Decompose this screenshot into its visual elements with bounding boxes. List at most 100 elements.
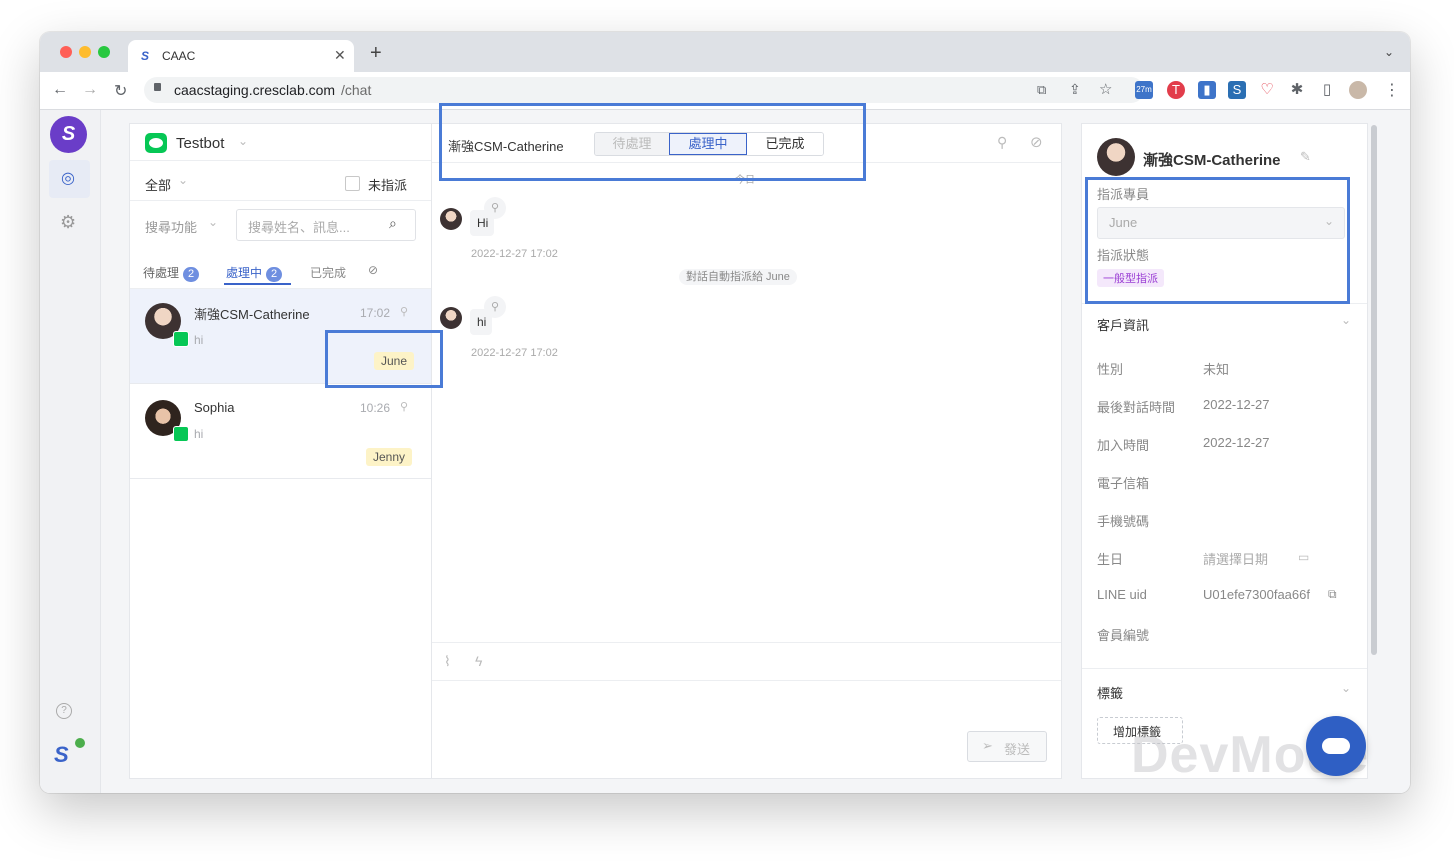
help-icon[interactable]: ?: [56, 703, 72, 719]
conversation-preview: hi: [194, 427, 204, 441]
search-scope-dropdown[interactable]: 搜尋功能: [145, 217, 197, 236]
customer-field-value[interactable]: 2022-12-27: [1203, 397, 1270, 412]
channel-name[interactable]: Testbot: [176, 135, 224, 152]
lock-icon: [154, 83, 161, 91]
avatar: [1097, 138, 1135, 176]
url-host: caacstaging.cresclab.com: [174, 82, 336, 98]
message-timestamp: 2022-12-27 17:02: [471, 248, 558, 260]
conversation-item[interactable]: Sophia 10:26 ⚲ hi Jenny: [130, 384, 431, 479]
extension-timer-icon[interactable]: 27m: [1135, 81, 1153, 99]
pin-icon[interactable]: ⚲: [400, 305, 408, 318]
tab-pending[interactable]: 待處理 2: [143, 264, 200, 282]
copy-icon[interactable]: ⧉: [1328, 587, 1337, 602]
chat-panel: 漸強CSM-Catherine 待處理 處理中 已完成 ⚲ ⊘ 今日 Hi ⚲ …: [431, 123, 1062, 779]
maximize-window-button[interactable]: [98, 46, 110, 58]
attach-icon[interactable]: ⌇: [444, 653, 451, 670]
customer-field-value[interactable]: 2022-12-27: [1203, 435, 1270, 450]
tab-strip: S CAAC ✕ + ⌄: [40, 32, 1410, 72]
active-tab-underline: [224, 283, 291, 285]
address-bar[interactable]: caacstaging.cresclab.com /chat ⧉ ⇪ ☆: [144, 77, 1144, 103]
profile-avatar[interactable]: [1349, 81, 1367, 99]
tab-in-progress[interactable]: 處理中 2: [226, 264, 283, 282]
conversation-time: 17:02: [360, 306, 391, 320]
filter-chevron-down-icon[interactable]: ⌄: [178, 173, 188, 187]
customer-field-label: 會員編號: [1097, 628, 1150, 643]
conversation-name: Sophia: [194, 400, 235, 415]
assignee-tag: Jenny: [366, 448, 413, 466]
collapse-chevron-icon[interactable]: ⌄: [1341, 313, 1351, 327]
divider: [130, 160, 431, 161]
minimize-window-button[interactable]: [79, 46, 91, 58]
search-input[interactable]: 搜尋姓名、訊息... ⌕: [236, 209, 416, 241]
search-icon[interactable]: ⌕: [389, 215, 397, 232]
message-text: hi: [477, 315, 487, 329]
customer-field-label: 加入時間: [1097, 438, 1150, 453]
extension-s-icon[interactable]: S: [1228, 81, 1246, 99]
customer-field-value[interactable]: U01efe7300faa66f: [1203, 587, 1310, 602]
customer-field-value[interactable]: 請選擇日期: [1203, 549, 1268, 568]
divider: [432, 642, 1061, 643]
tab-completed[interactable]: 已完成: [310, 264, 346, 281]
browser-menu-icon[interactable]: ⋮: [1384, 80, 1400, 100]
edit-pencil-icon[interactable]: ✎: [1300, 149, 1311, 165]
close-window-button[interactable]: [60, 46, 72, 58]
favicon-icon: S: [141, 49, 150, 63]
url-path: /chat: [341, 82, 372, 98]
customer-field-value[interactable]: 未知: [1203, 359, 1229, 378]
reload-icon[interactable]: ↻: [114, 81, 127, 101]
extensions-puzzle-icon[interactable]: ✱: [1288, 81, 1306, 99]
avatar: [440, 208, 462, 230]
message-pin-icon[interactable]: ⚲: [484, 197, 506, 219]
browser-tab[interactable]: S CAAC ✕: [128, 40, 354, 72]
tags-chevron-icon[interactable]: ⌄: [1341, 681, 1351, 695]
divider: [130, 200, 431, 201]
profile-scrollbar[interactable]: [1371, 125, 1377, 655]
back-icon[interactable]: ←: [52, 81, 68, 99]
unassigned-label: 未指派: [368, 178, 408, 193]
pin-icon[interactable]: ⚲: [997, 134, 1007, 151]
settings-gear-icon[interactable]: ⚙: [60, 212, 76, 233]
block-icon[interactable]: ⊘: [1030, 133, 1043, 151]
line-badge-icon: [173, 331, 189, 347]
forward-icon[interactable]: →: [82, 81, 98, 99]
tab-pending-count: 2: [183, 267, 200, 282]
side-panel-icon[interactable]: ▯: [1318, 81, 1336, 99]
customer-field-label: 最後對話時間: [1097, 400, 1176, 415]
quick-reply-bolt-icon[interactable]: ϟ: [475, 653, 482, 669]
send-label: 發送: [1004, 742, 1031, 757]
close-tab-icon[interactable]: ✕: [334, 47, 346, 64]
search-placeholder: 搜尋姓名、訊息...: [248, 220, 350, 235]
customer-info-title[interactable]: 客戶資訊: [1097, 315, 1149, 334]
nav-chat[interactable]: ◎: [49, 160, 90, 198]
extension-tag-icon[interactable]: ▮: [1198, 81, 1216, 99]
message-timestamp: 2022-12-27 17:02: [471, 347, 558, 359]
translate-icon[interactable]: ⧉: [1037, 82, 1046, 98]
unassigned-checkbox[interactable]: [345, 176, 360, 191]
support-chat-button[interactable]: [1306, 716, 1366, 776]
highlight-box-status: [439, 103, 866, 181]
calendar-icon[interactable]: ▭: [1298, 550, 1309, 564]
filter-all-dropdown[interactable]: 全部: [145, 175, 171, 194]
message-input[interactable]: [440, 686, 954, 760]
tab-search-chevron-icon[interactable]: ⌄: [1384, 45, 1394, 59]
brand-logo-icon[interactable]: S: [50, 116, 87, 153]
avatar: [440, 307, 462, 329]
pocket-icon[interactable]: ♡: [1258, 81, 1276, 99]
blocked-icon[interactable]: ⊘: [368, 263, 378, 277]
message-pin-icon[interactable]: ⚲: [484, 296, 506, 318]
extension-red-icon[interactable]: T: [1167, 81, 1185, 99]
tags-title[interactable]: 標籤: [1097, 683, 1123, 702]
tab-in-progress-label: 處理中: [226, 266, 263, 280]
pin-icon[interactable]: ⚲: [400, 400, 408, 413]
highlight-box-assignment: [1085, 177, 1350, 304]
divider: [1082, 668, 1367, 669]
chat-bubble-icon: ◎: [61, 170, 75, 187]
send-button[interactable]: ➢ 發送: [967, 731, 1047, 762]
send-icon: ➢: [982, 738, 993, 753]
channel-chevron-down-icon[interactable]: ⌄: [238, 134, 248, 148]
search-scope-chevron-icon[interactable]: ⌄: [208, 215, 218, 229]
share-icon[interactable]: ⇪: [1069, 81, 1081, 98]
bookmark-star-icon[interactable]: ☆: [1099, 80, 1112, 98]
customer-field-label: LINE uid: [1097, 587, 1147, 602]
new-tab-button[interactable]: +: [370, 42, 382, 65]
